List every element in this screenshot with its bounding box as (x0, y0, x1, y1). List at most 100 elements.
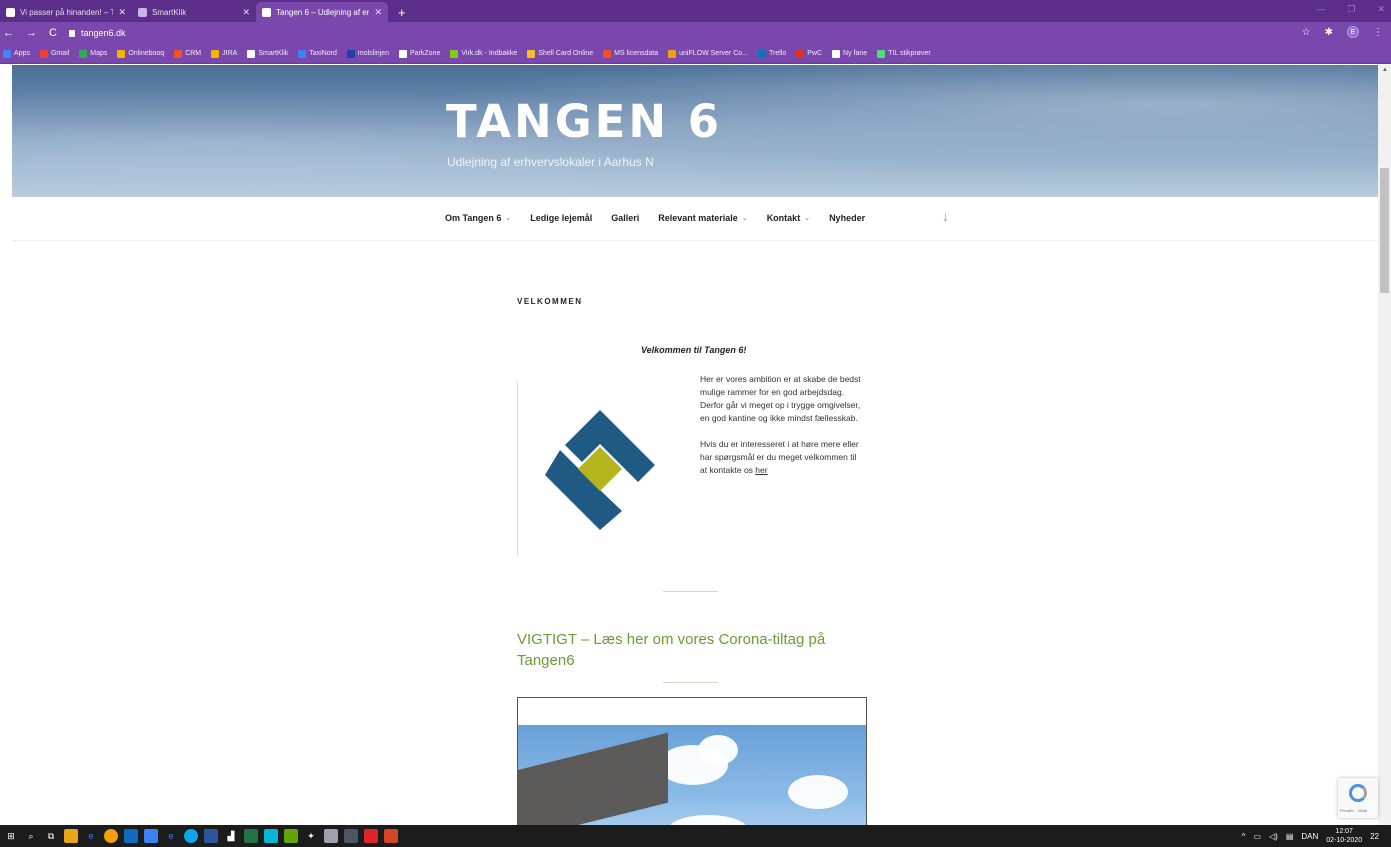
menu-kebab-icon[interactable]: ⋮ (1373, 27, 1383, 38)
bookmark-item[interactable]: Maps (79, 49, 107, 58)
scrollbar-thumb[interactable] (1380, 168, 1389, 293)
search-icon[interactable]: ⌕ (24, 829, 38, 843)
close-tab-icon[interactable]: ✕ (242, 7, 250, 18)
app-icon[interactable] (284, 829, 298, 843)
teams-icon[interactable] (264, 829, 278, 843)
intro-text: Her er vores ambition er at skabe de bed… (700, 373, 865, 477)
nav-item[interactable]: Kontakt ⌄ (767, 213, 810, 223)
bookmark-star-icon[interactable]: ☆ (1302, 27, 1311, 38)
keyboard-icon[interactable]: ▤ (1286, 832, 1294, 841)
tab-vi-passer[interactable]: Vi passer på hinanden! – Tangen ✕ (0, 2, 132, 22)
browser-toolbar: ← → C tangen6.dk ☆ ✱ E ⋮ (0, 22, 1391, 44)
bookmark-item[interactable]: CRM (174, 49, 201, 58)
bookmark-item[interactable]: Apps (3, 49, 30, 58)
bookmark-item[interactable]: PwC (796, 49, 822, 58)
chrome-icon[interactable] (104, 829, 118, 843)
chevron-down-icon[interactable]: ⌄ (505, 214, 511, 222)
bookmark-item[interactable]: Shell Card Online (527, 49, 594, 58)
nav-item[interactable]: Nyheder (829, 213, 865, 223)
language-indicator[interactable]: DAN (1301, 832, 1318, 841)
close-tab-icon[interactable]: ✕ (374, 7, 382, 18)
recaptcha-badge[interactable]: Privatliv - Vilkår (1338, 778, 1378, 818)
minimize-icon[interactable]: — (1316, 4, 1325, 15)
contact-link[interactable]: her (755, 465, 767, 475)
bookmark-item[interactable]: TaxiNord (298, 49, 337, 58)
word-icon[interactable] (204, 829, 218, 843)
bookmark-favicon-icon (247, 49, 256, 58)
nav-item[interactable]: Galleri (611, 213, 639, 223)
calculator-icon[interactable] (324, 829, 338, 843)
app-icon[interactable] (144, 829, 158, 843)
bookmark-item[interactable]: Ny fane (832, 49, 867, 58)
bookmark-item[interactable]: MS licensdata (603, 49, 658, 58)
bookmark-favicon-icon (757, 49, 766, 58)
windows-start-icon[interactable]: ⊞ (4, 829, 18, 843)
network-icon[interactable]: ▭ (1253, 832, 1261, 841)
tangen6-logo-icon (545, 410, 655, 530)
bookmark-item[interactable]: uniFLOW Server Co... (668, 49, 748, 58)
task-view-icon[interactable]: ⧉ (44, 829, 58, 843)
featured-image[interactable] (517, 697, 867, 825)
skype-icon[interactable] (184, 829, 198, 843)
tab-smartklik[interactable]: SmartKlik ✕ (132, 2, 256, 22)
bookmark-item[interactable]: TIL stikprøver (877, 49, 931, 58)
chevron-down-icon[interactable]: ⌄ (742, 214, 748, 222)
internet-explorer-icon[interactable]: e (164, 829, 178, 843)
chevron-up-icon[interactable]: ^ (1242, 832, 1246, 841)
page-viewport: TANGEN 6 Udlejning af erhvervslokaler i … (0, 65, 1378, 825)
nav-item[interactable]: Om Tangen 6 ⌄ (445, 213, 511, 223)
close-tab-icon[interactable]: ✕ (118, 7, 126, 18)
back-arrow-icon[interactable]: ← (3, 27, 14, 39)
new-tab-button[interactable]: + (388, 2, 416, 22)
file-explorer-icon[interactable] (64, 829, 78, 843)
forward-arrow-icon[interactable]: → (26, 27, 37, 39)
volume-icon[interactable]: ◁) (1269, 832, 1278, 841)
bookmark-item[interactable]: molslinjen (346, 49, 389, 58)
intro-paragraph-2: Hvis du er interesseret i at høre mere e… (700, 438, 865, 477)
nav-item[interactable]: Relevant materiale ⌄ (658, 213, 747, 223)
maximize-icon[interactable]: ❐ (1347, 4, 1355, 15)
bookmark-label: TaxiNord (309, 50, 337, 57)
powerpoint-icon[interactable] (384, 829, 398, 843)
bookmark-item[interactable]: Virk.dk - Indbakke (450, 49, 518, 58)
post-title-link[interactable]: VIGTIGT – Læs her om vores Corona-tiltag… (517, 629, 837, 671)
extensions-puzzle-icon[interactable]: ✱ (1325, 27, 1333, 38)
site-title[interactable]: TANGEN 6 (446, 95, 722, 148)
acrobat-icon[interactable] (364, 829, 378, 843)
close-window-icon[interactable]: ✕ (1377, 4, 1385, 15)
page-scrollbar[interactable]: ▲ (1378, 65, 1391, 825)
address-bar[interactable]: tangen6.dk (68, 28, 126, 38)
clock-time: 12:07 (1335, 828, 1353, 835)
notification-center-icon[interactable]: 22 (1370, 832, 1379, 841)
bookmark-item[interactable]: SmartKlik (247, 49, 288, 58)
nav-item[interactable]: Ledige lejemål (530, 213, 592, 223)
bookmark-label: Shell Card Online (538, 50, 594, 57)
excel-icon[interactable] (244, 829, 258, 843)
bookmark-item[interactable]: Trello (757, 49, 786, 58)
tab-tangen6[interactable]: Tangen 6 – Udlejning af erhvervs ✕ (256, 2, 388, 22)
bookmark-favicon-icon (877, 49, 886, 58)
photos-icon[interactable] (344, 829, 358, 843)
bookmark-favicon-icon (117, 49, 126, 58)
chart-app-icon[interactable]: ▟ (224, 829, 238, 843)
bookmark-label: Virk.dk - Indbakke (461, 50, 518, 57)
bookmark-label: Onlinebooq (128, 50, 165, 57)
profile-avatar[interactable]: E (1347, 26, 1359, 38)
reload-icon[interactable]: C (49, 27, 57, 39)
bookmark-favicon-icon (39, 49, 48, 58)
site-favicon-icon (6, 7, 15, 17)
chevron-down-icon[interactable]: ⌄ (804, 214, 810, 222)
outlook-icon[interactable] (124, 829, 138, 843)
clock[interactable]: 12:07 02-10-2020 (1326, 827, 1362, 845)
bookmark-item[interactable]: Onlinebooq (117, 49, 165, 58)
bookmark-item[interactable]: JIRA (211, 49, 237, 58)
bookmark-label: Apps (14, 50, 30, 57)
edge-icon[interactable]: e (84, 829, 98, 843)
settings-app-icon[interactable]: ✦ (304, 829, 318, 843)
scroll-up-icon[interactable]: ▲ (1382, 67, 1388, 73)
tab-title: Tangen 6 – Udlejning af erhvervs (276, 7, 370, 17)
bookmark-item[interactable]: ParkZone (399, 49, 440, 58)
bookmark-item[interactable]: Gmail (39, 49, 69, 58)
scroll-down-arrow-icon[interactable]: ↓ (942, 208, 949, 224)
bookmark-favicon-icon (832, 49, 841, 58)
